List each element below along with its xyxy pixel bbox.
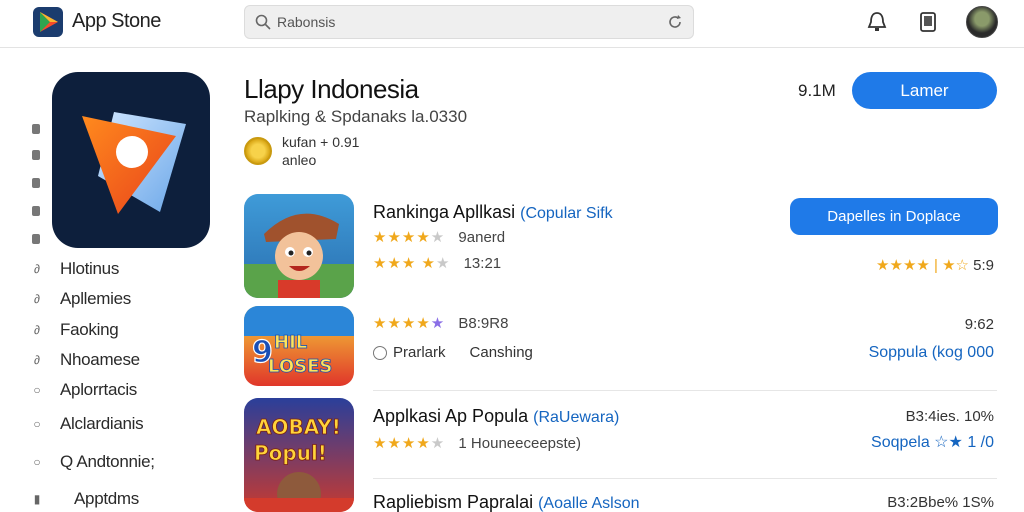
right-rating-stars: ★★★★ | ★☆	[876, 257, 969, 274]
device-icon[interactable]	[916, 10, 940, 34]
search-bar[interactable]: Rabonsis	[244, 5, 694, 39]
tag-label: Canshing	[469, 344, 533, 361]
svg-text:LOSES: LOSES	[268, 356, 332, 377]
sidebar-item-label: Apptdms	[74, 489, 139, 508]
rating-meta: 9anerd	[458, 229, 506, 246]
sidebar-item[interactable]: ∂ Nhoamese	[30, 349, 140, 371]
notification-bell-icon[interactable]	[865, 10, 889, 34]
circle-icon: ○	[33, 455, 41, 469]
app-name: App Stone	[72, 10, 161, 32]
sidebar-item[interactable]: ○ Q Andtonnie;	[30, 451, 155, 473]
popular-link[interactable]: Soqpela ☆★ 1 /0	[871, 432, 994, 452]
rating-meta: 13:21	[463, 255, 502, 272]
featured-app-install-button[interactable]: Lamer	[852, 72, 997, 109]
right-rating-value: 5:9	[973, 257, 994, 274]
divider	[373, 478, 997, 479]
app-thumbnail[interactable]	[244, 194, 354, 298]
sidebar-item-label: Aplorrtacis	[60, 380, 138, 399]
sidebar-item-label: Q Andtonnie;	[60, 452, 155, 471]
app-title-text: Rapliebism Papralai	[373, 492, 534, 512]
d-icon: ∂	[34, 292, 40, 306]
sidebar-item-label: Alclardianis	[60, 414, 144, 433]
badge-line-1: kufan + 0.91	[282, 134, 360, 150]
featured-app-title: Llapy Indonesia	[244, 74, 419, 104]
check-circle-icon	[373, 345, 387, 360]
circle-icon: ○	[33, 383, 41, 397]
svg-text:AOBAY!: AOBAY!	[256, 415, 341, 439]
sidebar-marker	[32, 124, 40, 134]
get-popular-button[interactable]: Dapelles in Doplace	[790, 198, 998, 235]
list-item[interactable]: Rankinga Apllkasi (Copular Sifk ★★★★★ 9a…	[244, 194, 1004, 298]
badge-line-2: anleo	[282, 152, 317, 168]
svg-text:Popul!: Popul!	[254, 441, 327, 465]
rating-meta: B8:9R8	[458, 315, 509, 332]
featured-app-subtitle: Raplking & Spdanaks la.0330	[244, 107, 468, 126]
featured-app-icon[interactable]	[52, 72, 210, 248]
right-stat: 9:62	[964, 316, 994, 333]
app-thumbnail[interactable]: 9 HIL LOSES	[244, 306, 354, 386]
rating-stars: ★★★ ★★ 13:21	[373, 255, 502, 272]
popular-link[interactable]: Soppula (kog 000	[869, 344, 994, 362]
app-category: (Aoalle Aslson	[538, 495, 640, 512]
app-title[interactable]: Rapliebism Papralai (Aoalle Aslson	[373, 492, 639, 512]
sidebar-item[interactable]: ∂ Hlotinus	[30, 258, 119, 280]
tag-row: Prarlark Canshing	[373, 344, 533, 361]
list-item[interactable]: 9 HIL LOSES ★★★★★ B8:9R8 Prarlark Canshi…	[244, 306, 1004, 386]
sidebar-item-label: Apllemies	[60, 289, 131, 308]
rating-stars: ★★★★★ B8:9R8	[373, 315, 509, 332]
sidebar-marker	[32, 234, 40, 244]
sidebar-item-label: Nhoamese	[60, 350, 140, 369]
sidebar-item-label: Hlotinus	[60, 259, 120, 278]
d-icon: ∂	[34, 353, 40, 367]
right-stat: B3:4ies. 10%	[905, 408, 994, 425]
featured-app-size: 9.1M	[798, 81, 836, 100]
app-store-logo-icon[interactable]	[32, 6, 64, 38]
app-category: (Copular Sifk	[520, 205, 613, 222]
top-bar: App Stone Rabonsis	[0, 0, 1024, 48]
sidebar-item[interactable]: ○ Aplorrtacis	[30, 379, 137, 401]
sidebar-marker	[32, 206, 40, 216]
refresh-icon[interactable]	[667, 14, 683, 30]
divider	[373, 390, 997, 391]
rating-stars: ★★★★★ 9anerd	[373, 229, 506, 246]
search-icon	[255, 14, 271, 30]
d-icon: ∂	[34, 323, 40, 337]
list-item[interactable]: Rapliebism Papralai (Aoalle Aslson B3:2B…	[244, 490, 1004, 512]
rating-meta: 1 Houneeceepste)	[458, 435, 582, 452]
sidebar-item-label: Faoking	[60, 320, 119, 339]
app-title[interactable]: Applkasi Ap Popula (RaUewara)	[373, 406, 619, 427]
svg-text:HIL: HIL	[274, 332, 307, 353]
sidebar-item[interactable]: ▮ Apptdms	[30, 488, 140, 510]
app-title-text: Rankinga Apllkasi	[373, 202, 516, 222]
avatar[interactable]	[966, 6, 998, 38]
sidebar-item[interactable]: ∂ Apllemies	[30, 288, 131, 310]
d-icon: ∂	[34, 262, 40, 276]
sidebar-item[interactable]: ∂ Faoking	[30, 319, 119, 341]
sidebar-marker	[32, 150, 40, 160]
coin-badge-icon	[244, 137, 272, 165]
sidebar-item[interactable]: ○ Alclardianis	[30, 413, 143, 435]
right-rating: ★★★★ | ★☆ 5:9	[876, 256, 994, 274]
app-title[interactable]: Rankinga Apllkasi (Copular Sifk	[373, 202, 613, 223]
tag-label: Prarlark	[393, 344, 446, 361]
right-stat: B3:2Bbe% 1S%	[887, 494, 994, 511]
bag-icon: ▮	[33, 492, 41, 506]
app-title-text: Applkasi Ap Popula	[373, 406, 529, 426]
circle-icon: ○	[33, 417, 41, 431]
search-input[interactable]: Rabonsis	[277, 14, 335, 30]
sidebar-marker	[32, 178, 40, 188]
rating-stars: ★★★★★ 1 Houneeceepste)	[373, 435, 582, 452]
app-category: (RaUewara)	[533, 409, 620, 426]
